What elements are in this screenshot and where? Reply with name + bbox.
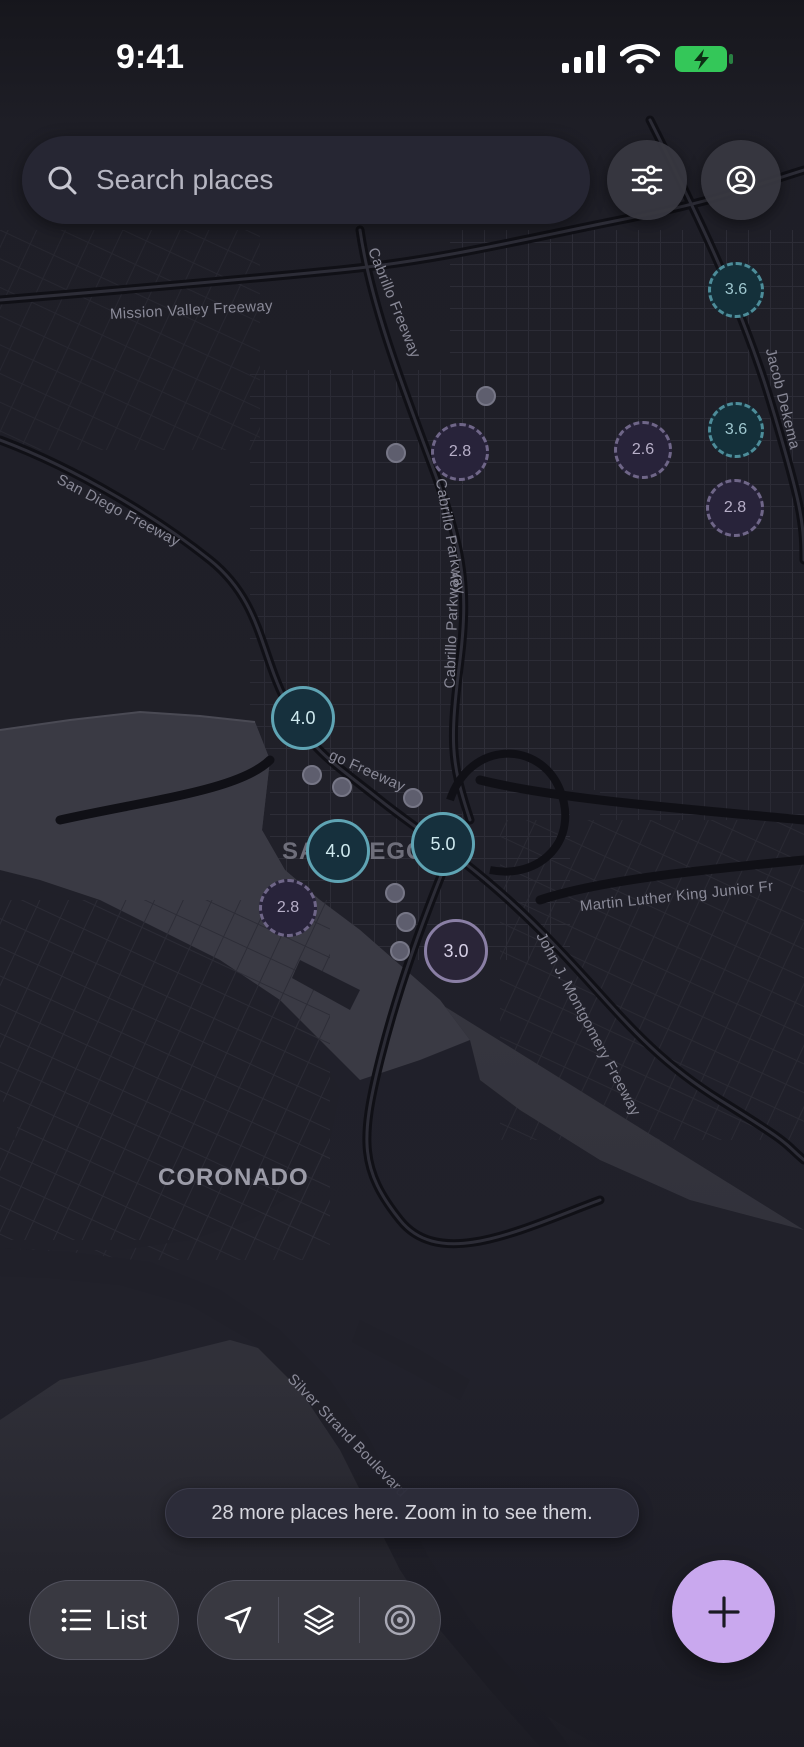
search-input[interactable] [94, 163, 538, 197]
place-marker[interactable]: 4.0 [306, 819, 370, 883]
layers-icon [303, 1604, 335, 1636]
place-dot[interactable] [332, 777, 352, 797]
place-marker[interactable]: 3.6 [708, 262, 764, 318]
marker-rating: 3.6 [724, 281, 748, 298]
status-time: 9:41 [116, 38, 185, 76]
filter-button[interactable] [607, 140, 687, 220]
place-dot[interactable] [390, 941, 410, 961]
place-dot[interactable] [396, 912, 416, 932]
layers-button[interactable] [279, 1581, 359, 1659]
zoom-hint-toast: 28 more places here. Zoom in to see them… [165, 1488, 639, 1538]
marker-rating: 2.8 [448, 443, 472, 460]
place-dot[interactable] [476, 386, 496, 406]
search-bar[interactable] [22, 136, 590, 224]
marker-rating: 3.6 [724, 421, 748, 438]
zoom-hint-text: 28 more places here. Zoom in to see them… [211, 1501, 593, 1524]
marker-rating: 2.6 [631, 441, 655, 458]
battery-charging-icon [675, 46, 733, 72]
place-marker[interactable]: 5.0 [411, 812, 475, 876]
marker-rating: 2.8 [276, 899, 300, 916]
place-dot[interactable] [385, 883, 405, 903]
marker-rating: 3.0 [443, 940, 469, 961]
marker-rating: 2.8 [723, 499, 747, 516]
list-button-label: List [104, 1604, 148, 1635]
place-marker[interactable]: 3.0 [424, 919, 488, 983]
list-view-button[interactable]: List [29, 1580, 179, 1660]
marker-rating: 5.0 [430, 833, 456, 854]
user-circle-icon [726, 165, 756, 195]
wifi-icon [620, 44, 660, 74]
locate-button[interactable] [360, 1581, 440, 1659]
place-marker[interactable]: 4.0 [271, 686, 335, 750]
place-marker[interactable]: 2.8 [259, 879, 317, 937]
place-marker[interactable]: 2.8 [706, 479, 764, 537]
add-place-button[interactable] [672, 1560, 775, 1663]
search-icon [46, 164, 78, 196]
cellular-signal-icon [562, 45, 605, 73]
place-dot[interactable] [302, 765, 322, 785]
navigation-arrow-icon [224, 1606, 252, 1634]
target-icon [384, 1604, 416, 1636]
place-marker[interactable]: 3.6 [708, 402, 764, 458]
place-marker[interactable]: 2.6 [614, 421, 672, 479]
status-bar: 9:41 [0, 0, 804, 110]
status-icons [562, 44, 734, 74]
place-dot[interactable] [386, 443, 406, 463]
place-dot[interactable] [403, 788, 423, 808]
list-icon [61, 1608, 91, 1632]
place-marker[interactable]: 2.8 [431, 423, 489, 481]
sliders-icon [631, 165, 663, 195]
marker-rating: 4.0 [290, 707, 316, 728]
map-tools-group [197, 1580, 441, 1660]
marker-rating: 4.0 [325, 840, 351, 861]
plus-icon [707, 1595, 740, 1628]
map-label-coronado: CORONADO [158, 1164, 309, 1191]
profile-button[interactable] [701, 140, 781, 220]
navigate-button[interactable] [198, 1581, 278, 1659]
